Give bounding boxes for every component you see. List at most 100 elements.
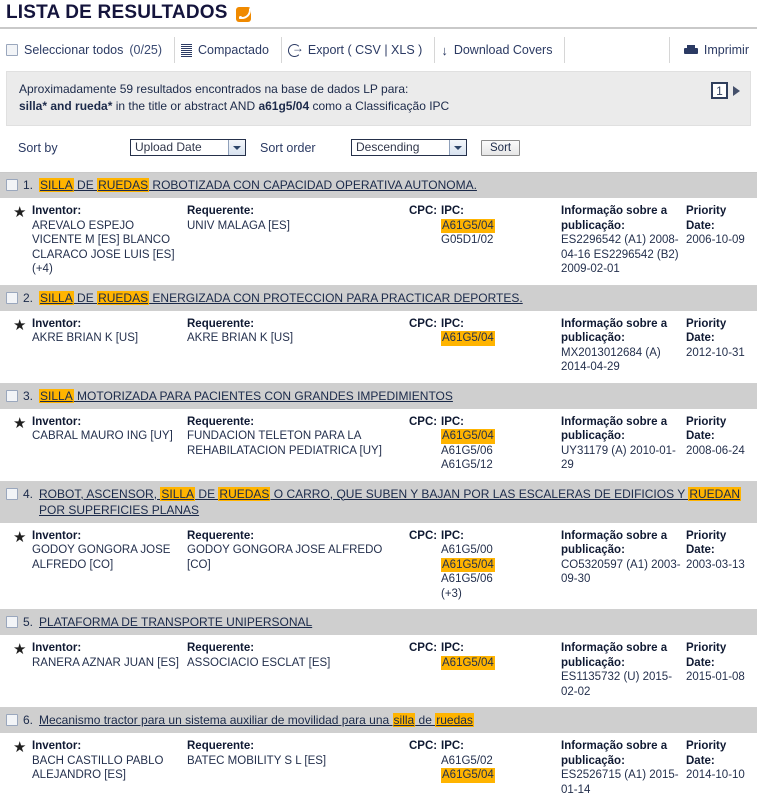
sort-by-select[interactable]: Upload Date xyxy=(130,139,246,156)
ipc-code-line: G05D1/02 xyxy=(441,234,494,246)
result-title-bar: 1. SILLA DE RUEDAS ROBOTIZADA CON CAPACID… xyxy=(0,173,757,198)
publication-value: MX2013012684 (A) 2014-04-29 xyxy=(561,346,661,374)
results-list: 1. SILLA DE RUEDAS ROBOTIZADA CON CAPACID… xyxy=(0,173,757,799)
cpc-label: CPC: xyxy=(409,529,438,542)
publication-value: ES2296542 (A1) 2008-04-16 ES2296542 (B2)… xyxy=(561,234,679,275)
result-title-link[interactable]: Mecanismo tractor para un sistema auxili… xyxy=(39,712,474,728)
requerente-label: Requerente: xyxy=(187,317,255,330)
result-number: 1. xyxy=(23,178,34,192)
title-text: Mecanismo tractor para un sistema auxili… xyxy=(39,713,393,727)
highlight-term: RUEDAS xyxy=(97,178,150,192)
sort-order-select[interactable]: Descending xyxy=(351,139,467,156)
highlight-term: SILLA xyxy=(39,178,74,192)
inventor-value: BACH CASTILLO PABLO ALEJANDRO [ES] xyxy=(32,754,164,782)
ipc-code-highlighted: A61G5/04 xyxy=(441,557,495,572)
inventor-column: Inventor: RANERA AZNAR JUAN [ES] xyxy=(32,641,187,699)
title-text: ROBOTIZADA CON CAPACIDAD OPERATIVA AUTON… xyxy=(149,178,477,192)
ipc-code-line: A61G5/02 xyxy=(441,754,493,767)
select-all-count: (0/25) xyxy=(129,43,163,57)
result-checkbox[interactable] xyxy=(6,616,18,628)
priority-label: Priority Date: xyxy=(686,740,727,767)
favorite-star-icon[interactable]: ★ xyxy=(6,317,32,375)
summary-line-2: silla* and rueda* in the title or abstra… xyxy=(19,98,711,115)
inventor-column: Inventor: BACH CASTILLO PABLO ALEJANDRO [… xyxy=(32,739,187,797)
select-all-control[interactable]: Seleccionar todos (0/25) xyxy=(0,37,176,63)
ipc-code-highlighted: A61G5/04 xyxy=(441,331,495,346)
ipc-code-line: A61G5/04 xyxy=(441,218,561,233)
highlight-term: SILLA xyxy=(160,486,196,501)
favorite-star-icon[interactable]: ★ xyxy=(6,641,32,699)
select-all-checkbox[interactable] xyxy=(6,44,18,56)
publication-column: Informação sobre a publicação: ES2526715 … xyxy=(561,739,686,797)
result-number: 3. xyxy=(23,388,34,403)
compact-view-button[interactable]: Compactado xyxy=(175,37,282,63)
result-checkbox[interactable] xyxy=(6,389,18,402)
page-header: LISTA DE RESULTADOS xyxy=(0,0,757,29)
inventor-value: AREVALO ESPEJO VICENTE M [ES] BLANCO CLA… xyxy=(32,219,175,276)
result-title-link[interactable]: SILLA MOTORIZADA PARA PACIENTES CON GRAN… xyxy=(39,388,453,404)
publication-label: Informação sobre a publicação: xyxy=(561,642,668,669)
result-checkbox[interactable] xyxy=(6,291,18,304)
priority-value: 2003-03-13 xyxy=(686,558,745,571)
priority-label: Priority Date: xyxy=(686,529,727,557)
favorite-star-icon[interactable]: ★ xyxy=(6,529,32,602)
result-title-link[interactable]: SILLA DE RUEDAS ROBOTIZADA CON CAPACIDAD… xyxy=(39,177,477,193)
ipc-column: IPC: A61G5/04 xyxy=(441,641,561,699)
page-number-1[interactable]: 1 xyxy=(711,82,728,99)
summary-line-1: Aproximadamente 59 resultados encontrado… xyxy=(19,82,409,96)
requerente-value: UNIV MALAGA [ES] xyxy=(187,219,290,232)
favorite-star-icon[interactable]: ★ xyxy=(6,739,32,797)
ipc-code-line: A61G5/04 xyxy=(441,429,561,444)
cpc-column: CPC: xyxy=(409,739,441,797)
cpc-label: CPC: xyxy=(409,642,438,654)
inventor-value: AKRE BRIAN K [US] xyxy=(32,332,139,344)
priority-column: Priority Date: 2006-10-09 xyxy=(686,204,751,277)
publication-value: UY31179 (A) 2010-01-29 xyxy=(561,444,676,472)
ipc-label: IPC: xyxy=(441,205,464,217)
result-title-link[interactable]: ROBOT, ASCENSOR, SILLA DE RUEDAS O CARRO… xyxy=(39,486,751,518)
publication-column: Informação sobre a publicação: ES1135732 … xyxy=(561,641,686,699)
ipc-code-line: A61G5/04 xyxy=(441,557,561,572)
print-button[interactable]: Imprimir xyxy=(670,37,757,63)
publication-label: Informação sobre a publicação: xyxy=(561,317,668,345)
title-text: MOTORIZADA PARA PACIENTES CON GRANDES IM… xyxy=(73,388,453,403)
requerente-label: Requerente: xyxy=(187,205,255,217)
publication-value: CO5320597 (A1) 2003-09-30 xyxy=(561,558,681,586)
chevron-down-icon[interactable] xyxy=(449,140,466,155)
result-checkbox[interactable] xyxy=(6,487,18,500)
compact-lines-icon xyxy=(181,43,193,57)
highlight-term: SILLA xyxy=(39,290,74,305)
result-title-link[interactable]: SILLA DE RUEDAS ENERGIZADA CON PROTECCIO… xyxy=(39,290,523,306)
priority-column: Priority Date: 2003-03-13 xyxy=(686,529,751,602)
requerente-label: Requerente: xyxy=(187,415,255,428)
inventor-column: Inventor: AREVALO ESPEJO VICENTE M [ES] B… xyxy=(32,204,187,277)
rss-feed-icon[interactable] xyxy=(235,6,251,22)
result-checkbox[interactable] xyxy=(6,179,18,191)
result-detail-row: ★ Inventor: BACH CASTILLO PABLO ALEJANDRO … xyxy=(0,733,757,799)
ipc-code-line: A61G5/04 xyxy=(441,331,561,346)
highlight-term: silla xyxy=(392,713,416,727)
result-detail-row: ★ Inventor: GODOY GONGORA JOSE ALFREDO [CO… xyxy=(0,522,757,609)
favorite-star-icon[interactable]: ★ xyxy=(6,415,32,473)
download-covers-button[interactable]: ↓ Download Covers xyxy=(435,37,566,63)
summary-connector: in the title or abstract AND xyxy=(112,99,259,113)
export-label: Export ( CSV | XLS ) xyxy=(307,43,423,57)
cpc-label: CPC: xyxy=(409,740,438,752)
ipc-column: IPC: A61G5/04 A61G5/06 A61G5/12 xyxy=(441,415,561,473)
result-title-link[interactable]: PLATAFORMA DE TRANSPORTE UNIPERSONAL xyxy=(39,614,312,630)
chevron-down-icon[interactable] xyxy=(228,140,245,155)
priority-label: Priority Date: xyxy=(686,415,727,443)
ipc-code-highlighted: A61G5/04 xyxy=(441,768,495,783)
result-checkbox[interactable] xyxy=(6,714,18,726)
sort-button[interactable]: Sort xyxy=(481,139,521,156)
favorite-star-icon[interactable]: ★ xyxy=(6,204,32,277)
inventor-column: Inventor: AKRE BRIAN K [US] xyxy=(32,317,187,375)
next-page-arrow-icon[interactable] xyxy=(733,85,740,96)
result-number: 2. xyxy=(23,290,34,305)
priority-value: 2006-10-09 xyxy=(686,234,745,246)
result-title-bar: 5. PLATAFORMA DE TRANSPORTE UNIPERSONAL xyxy=(0,610,757,635)
priority-column: Priority Date: 2008-06-24 xyxy=(686,415,751,473)
inventor-label: Inventor: xyxy=(32,740,82,752)
export-button[interactable]: Export ( CSV | XLS ) xyxy=(282,37,436,63)
inventor-label: Inventor: xyxy=(32,642,82,654)
